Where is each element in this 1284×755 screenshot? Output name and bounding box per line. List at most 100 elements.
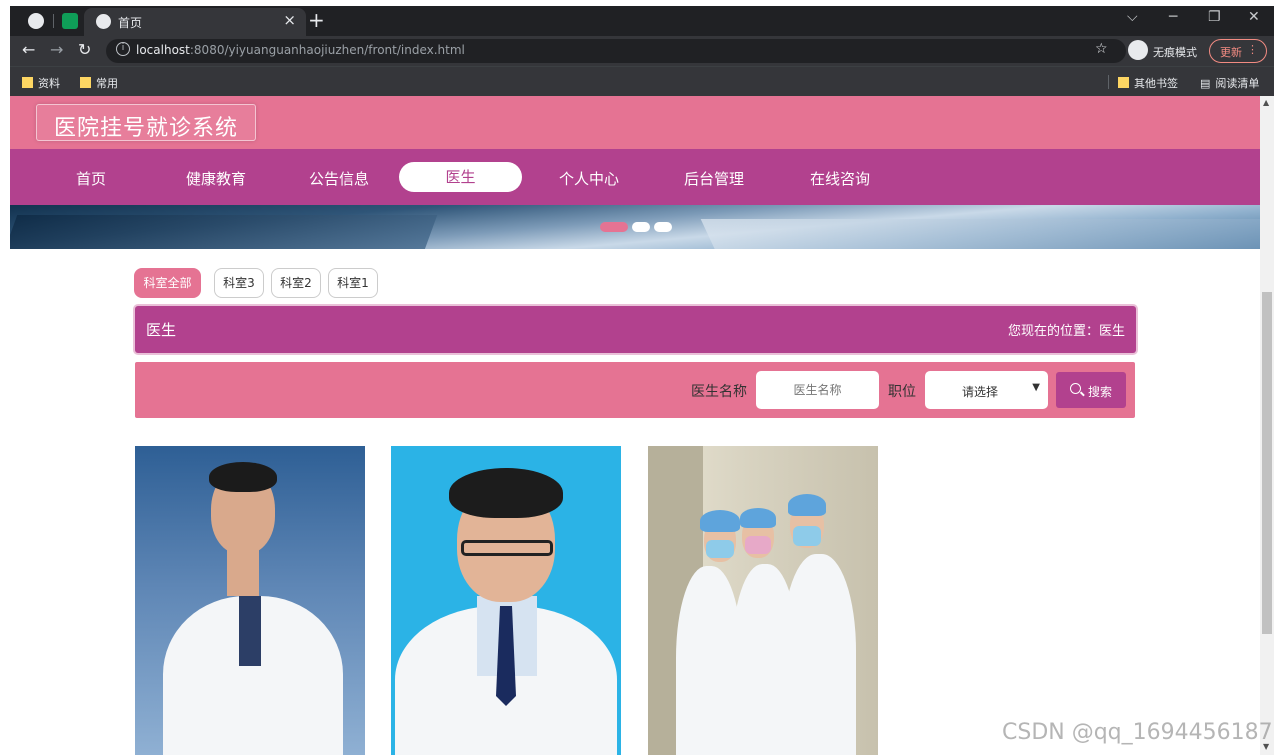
- incognito-label: 无痕模式: [1153, 46, 1197, 59]
- scroll-up-arrow-icon[interactable]: ▲: [1263, 98, 1269, 107]
- url-text[interactable]: localhost:8080/yiyuanguanhaojiuzhen/fron…: [136, 43, 465, 57]
- url-path: :8080/yiyuanguanhaojiuzhen/front/index.h…: [189, 43, 465, 57]
- site-info-icon[interactable]: i: [116, 42, 130, 56]
- breadcrumb: 您现在的位置：医生: [1007, 324, 1125, 339]
- hair: [449, 468, 563, 518]
- filter-department-3[interactable]: 科室3: [214, 268, 264, 298]
- window-close-icon[interactable]: ✕: [1248, 9, 1260, 25]
- carousel-dot[interactable]: [654, 222, 672, 232]
- page-scrollbar[interactable]: ▲ ▼: [1260, 96, 1274, 755]
- nav-home[interactable]: 首页: [76, 168, 106, 189]
- folder-icon: [80, 77, 91, 88]
- globe-icon: [96, 14, 111, 29]
- doctor-photo: [391, 446, 621, 755]
- search-button-label: 搜索: [1088, 385, 1113, 399]
- chevron-down-icon: ▼: [1032, 382, 1040, 393]
- reading-list[interactable]: ▤ 阅读清单: [1200, 75, 1259, 91]
- section-titlebar: 医生 您现在的位置：医生: [135, 306, 1136, 353]
- surgical-cap: [788, 494, 826, 516]
- site-header: 医院挂号就诊系统: [10, 96, 1260, 149]
- nav-doctors[interactable]: 医生: [399, 162, 522, 192]
- reload-icon[interactable]: ↻: [78, 40, 91, 59]
- hair: [209, 462, 277, 492]
- nav-online-consult[interactable]: 在线咨询: [810, 168, 870, 189]
- restore-icon[interactable]: ❐: [1208, 9, 1221, 25]
- more-menu-icon: ⋮: [1247, 43, 1258, 56]
- bookmark-folder-ziliao[interactable]: 资料: [22, 75, 60, 91]
- site-logo[interactable]: 医院挂号就诊系统: [36, 104, 256, 141]
- nav-admin[interactable]: 后台管理: [684, 168, 744, 189]
- incognito-icon: [1128, 40, 1148, 60]
- carousel-banner: [10, 205, 1260, 249]
- tab-search-chevron-icon[interactable]: ⌵: [1127, 9, 1138, 25]
- filter-all-departments[interactable]: 科室全部: [134, 268, 201, 298]
- bookmark-folder-other[interactable]: 其他书签: [1118, 75, 1178, 91]
- watermark: CSDN @qq_1694456187: [1002, 720, 1273, 745]
- bookmarks-bar: 资料 常用 其他书签 ▤ 阅读清单: [10, 66, 1274, 96]
- filter-department-2[interactable]: 科室2: [271, 268, 321, 298]
- face-mask: [706, 540, 734, 558]
- site-title: 医院挂号就诊系统: [54, 116, 239, 141]
- reading-list-icon: ▤: [1200, 77, 1211, 90]
- doctor-photo: [135, 446, 365, 755]
- tab-title: 首页: [118, 16, 143, 30]
- update-button[interactable]: 更新 ⋮: [1209, 39, 1267, 63]
- glasses: [461, 540, 553, 556]
- section-title: 医生: [146, 321, 177, 339]
- minimize-icon[interactable]: ─: [1169, 9, 1177, 25]
- shirt: [239, 596, 261, 666]
- tab-separator: [53, 14, 54, 28]
- folder-icon: [22, 77, 33, 88]
- bookmarks-separator: [1108, 75, 1109, 89]
- position-selected-value: 请选择: [962, 385, 999, 399]
- url-host: localhost: [136, 43, 190, 57]
- bookmark-label: 资料: [38, 77, 60, 90]
- position-label: 职位: [888, 384, 916, 400]
- back-arrow-icon[interactable]: ←: [22, 40, 35, 59]
- position-select[interactable]: 请选择 ▼: [925, 371, 1048, 409]
- face-mask: [793, 526, 821, 546]
- nav-personal-center[interactable]: 个人中心: [559, 168, 619, 189]
- page-viewport: 医院挂号就诊系统 首页 健康教育 公告信息 医生 个人中心 后台管理 在线咨询 …: [10, 96, 1260, 755]
- neck: [227, 550, 259, 596]
- surgical-cap: [700, 510, 740, 532]
- doctor-card[interactable]: [648, 446, 878, 755]
- incognito-indicator[interactable]: 无痕模式: [1128, 40, 1208, 62]
- bookmark-star-icon[interactable]: ☆: [1095, 41, 1108, 57]
- browser-chrome: 首页 × + ⌵ ─ ❐ ✕ ← → ↻ i localhost:8080/yi…: [10, 6, 1274, 96]
- active-tab[interactable]: 首页 ×: [84, 8, 306, 36]
- banner-image: [10, 215, 438, 249]
- doctor-name-input[interactable]: [756, 371, 879, 409]
- main-nav: 首页 健康教育 公告信息 医生 个人中心 后台管理 在线咨询: [10, 149, 1260, 205]
- nav-health-education[interactable]: 健康教育: [186, 168, 246, 189]
- doctor-card[interactable]: [135, 446, 365, 755]
- scrollbar-thumb[interactable]: [1262, 292, 1272, 634]
- filter-department-1[interactable]: 科室1: [328, 268, 378, 298]
- folder-icon: [1118, 77, 1129, 88]
- bookmark-label: 其他书签: [1134, 77, 1178, 90]
- nav-announcements[interactable]: 公告信息: [309, 168, 369, 189]
- tab-strip: 首页 × + ⌵ ─ ❐ ✕: [10, 6, 1274, 36]
- face-mask: [745, 536, 771, 554]
- search-icon: [1070, 383, 1081, 394]
- doctor-name-label: 医生名称: [691, 384, 747, 400]
- search-button[interactable]: 搜索: [1056, 372, 1126, 408]
- doctor-photo: [648, 446, 878, 755]
- forward-arrow-icon[interactable]: →: [50, 40, 63, 59]
- carousel-dot[interactable]: [600, 222, 628, 232]
- bookmark-folder-changyong[interactable]: 常用: [80, 75, 118, 91]
- tab-close-icon[interactable]: ×: [283, 11, 296, 29]
- new-tab-button[interactable]: +: [308, 8, 325, 32]
- pinned-tab-sheets-icon[interactable]: [62, 13, 78, 29]
- browser-toolbar: ← → ↻ i localhost:8080/yiyuanguanhaojiuz…: [10, 36, 1274, 66]
- carousel-dot[interactable]: [632, 222, 650, 232]
- update-label: 更新: [1220, 46, 1242, 59]
- address-bar[interactable]: i localhost:8080/yiyuanguanhaojiuzhen/fr…: [106, 39, 1126, 63]
- bookmark-label: 阅读清单: [1215, 77, 1260, 90]
- bookmark-label: 常用: [96, 77, 118, 90]
- white-coat: [782, 554, 856, 755]
- surgical-cap: [740, 508, 776, 528]
- search-bar: 医生名称 职位 请选择 ▼ 搜索: [135, 362, 1135, 418]
- pinned-tab-globe-icon[interactable]: [28, 13, 44, 29]
- doctor-card[interactable]: [391, 446, 621, 755]
